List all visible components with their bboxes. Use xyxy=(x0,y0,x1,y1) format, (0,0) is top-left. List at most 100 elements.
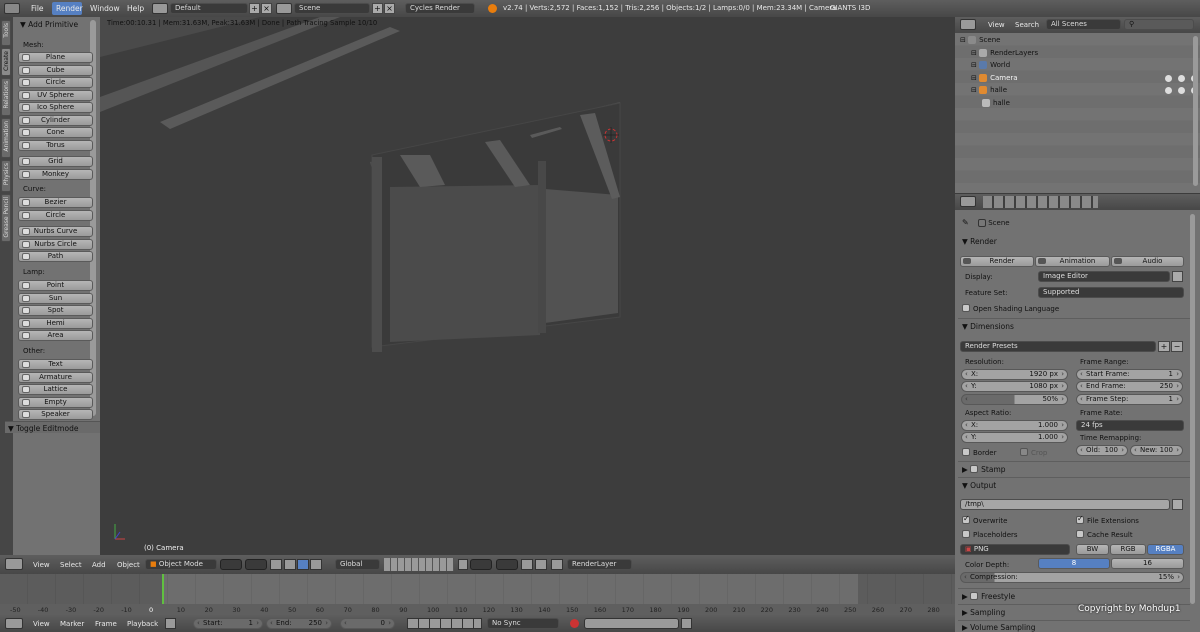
timeline-menu-frame[interactable]: Frame xyxy=(95,620,117,628)
add-bezier-button[interactable]: Bezier xyxy=(18,197,93,208)
tab-relations[interactable]: Relations xyxy=(1,78,11,116)
viewport-menu-add[interactable]: Add xyxy=(92,561,106,569)
start-frame-field[interactable]: Start:1 xyxy=(193,618,263,629)
add-path-button[interactable]: Path xyxy=(18,251,93,262)
menu-file[interactable]: File xyxy=(31,4,44,13)
aspect-x-field[interactable]: X:1.000 xyxy=(961,420,1068,431)
crop-checkbox[interactable]: Crop xyxy=(1020,448,1047,457)
outliner-item[interactable]: ⊟ Camera xyxy=(971,73,1018,82)
add-text-button[interactable]: Text xyxy=(18,359,93,370)
dimensions-panel-header[interactable]: ▼ Dimensions xyxy=(962,322,1014,331)
color-mode-bw[interactable]: BW xyxy=(1076,544,1109,555)
eye-icon[interactable] xyxy=(1165,74,1172,82)
folder-icon[interactable] xyxy=(1172,499,1183,510)
layout-add-button[interactable]: + xyxy=(249,3,260,14)
layout-close-button[interactable]: × xyxy=(261,3,272,14)
add-speaker-button[interactable]: Speaker xyxy=(18,409,93,420)
end-frame-field[interactable]: End Frame:250 xyxy=(1076,381,1183,392)
sampling-panel-header[interactable]: ▶ Sampling xyxy=(962,608,1005,617)
timeline-menu-marker[interactable]: Marker xyxy=(60,620,84,628)
outliner-item[interactable]: ⊟ Scene xyxy=(960,36,1000,44)
add-spot-button[interactable]: Spot xyxy=(18,305,93,316)
tab-grease-pencil[interactable]: Grease Pencil xyxy=(1,194,11,242)
viewport-menu-object[interactable]: Object xyxy=(117,561,140,569)
preview-range-icon[interactable] xyxy=(165,618,176,629)
resolution-percentage-slider[interactable]: 50% xyxy=(961,394,1068,405)
current-frame-field[interactable]: 0 xyxy=(340,618,395,629)
outliner-item[interactable]: ⊟ RenderLayers xyxy=(971,48,1038,57)
preset-remove-button[interactable]: − xyxy=(1171,341,1183,352)
add-uv-sphere-button[interactable]: UV Sphere xyxy=(18,89,93,101)
tab-physics[interactable]: Physics xyxy=(1,160,11,192)
sync-selector[interactable]: No Sync xyxy=(487,618,559,629)
output-path-input[interactable]: /tmp\ xyxy=(960,499,1170,510)
add-nurbs-curve-button[interactable]: Nurbs Curve xyxy=(18,226,93,237)
viewport-menu-select[interactable]: Select xyxy=(60,561,82,569)
add-circle-button[interactable]: Circle xyxy=(18,77,93,88)
file-extensions-checkbox[interactable]: File Extensions xyxy=(1076,514,1139,525)
add-cube-button[interactable]: Cube xyxy=(18,64,93,76)
file-format-selector[interactable]: ▣ PNG xyxy=(960,544,1070,555)
orientation-selector[interactable]: Global xyxy=(335,559,380,570)
outliner-search-input[interactable]: ⚲ xyxy=(1124,19,1194,30)
menu-help[interactable]: Help xyxy=(127,4,144,13)
layer-buttons[interactable] xyxy=(384,558,454,571)
keyframe-insert-icon[interactable] xyxy=(681,618,692,629)
keying-set-field[interactable] xyxy=(584,618,679,629)
placeholders-checkbox[interactable]: Placeholders xyxy=(962,530,1018,539)
output-panel-header[interactable]: ▼ Output xyxy=(962,481,996,490)
color-depth-8[interactable]: 8 xyxy=(1038,558,1110,569)
scene-add-button[interactable]: + xyxy=(372,3,383,14)
record-icon[interactable] xyxy=(570,619,579,628)
expand-icon[interactable]: ⊟ xyxy=(960,36,968,44)
add-ico-sphere-button[interactable]: Ico Sphere xyxy=(18,102,93,113)
cursor-icon[interactable] xyxy=(1178,87,1185,94)
eye-icon[interactable] xyxy=(1165,87,1172,94)
scale-icon[interactable] xyxy=(310,559,322,570)
scene-icon[interactable] xyxy=(276,3,292,14)
menu-window[interactable]: Window xyxy=(90,4,120,13)
add-cone-button[interactable]: Cone xyxy=(18,127,93,138)
toggle-editmode-header[interactable]: ▼ Toggle Editmode xyxy=(8,424,78,433)
volume-sampling-panel-header[interactable]: ▶ Volume Sampling xyxy=(962,623,1036,632)
add-circle-button[interactable]: Circle xyxy=(18,209,93,221)
translate-icon[interactable] xyxy=(284,559,296,570)
add-hemi-button[interactable]: Hemi xyxy=(18,317,93,329)
expand-icon[interactable]: ⊟ xyxy=(971,74,979,82)
resolution-y-field[interactable]: Y:1080 px xyxy=(961,381,1068,392)
render-presets-selector[interactable]: Render Presets xyxy=(960,341,1156,352)
timeline-menu-playback[interactable]: Playback xyxy=(127,620,158,628)
remap-old-field[interactable]: Old:100 xyxy=(1076,445,1128,456)
viewport-editor-icon[interactable] xyxy=(5,558,23,570)
properties-scrollbar[interactable] xyxy=(1190,214,1195,604)
start-frame-field[interactable]: Start Frame:1 xyxy=(1076,369,1183,380)
overwrite-checkbox[interactable]: Overwrite xyxy=(962,514,1007,525)
rotate-icon[interactable] xyxy=(297,559,309,570)
display-fullscreen-icon[interactable] xyxy=(1172,271,1183,282)
stamp-panel-header[interactable]: ▶ Stamp xyxy=(962,465,1006,474)
expand-icon[interactable]: ⊟ xyxy=(971,86,979,94)
add-monkey-button[interactable]: Monkey xyxy=(18,168,93,180)
opengl-render-icon[interactable] xyxy=(521,559,533,570)
compression-slider[interactable]: Compression:15% xyxy=(960,572,1184,583)
freestyle-panel-header[interactable]: ▶ Freestyle xyxy=(962,592,1015,601)
opengl-anim-icon[interactable] xyxy=(535,559,547,570)
outliner-menu-view[interactable]: View xyxy=(988,21,1005,29)
outliner-scrollbar[interactable] xyxy=(1193,36,1198,186)
osl-checkbox[interactable]: Open Shading Language xyxy=(962,304,1059,313)
display-selector[interactable]: Image Editor xyxy=(1038,271,1170,282)
renderlayer-selector[interactable]: RenderLayer xyxy=(567,559,632,570)
menu-render[interactable]: Render xyxy=(56,4,83,13)
resolution-x-field[interactable]: X:1920 px xyxy=(961,369,1068,380)
tab-tools[interactable]: Tools xyxy=(1,20,11,46)
viewport-menu-view[interactable]: View xyxy=(33,561,50,569)
color-mode-rgb[interactable]: RGB xyxy=(1110,544,1146,555)
outliner-item[interactable]: halle xyxy=(982,98,1010,107)
aspect-y-field[interactable]: Y:1.000 xyxy=(961,432,1068,443)
lock-icon[interactable] xyxy=(458,559,468,570)
add-primitive-header[interactable]: ▼ Add Primitive xyxy=(20,20,78,29)
expand-icon[interactable]: ⊟ xyxy=(971,61,979,69)
expand-icon[interactable]: ⊟ xyxy=(971,49,979,57)
menu-giants-i3d[interactable]: GIANTS I3D xyxy=(830,4,870,12)
add-point-button[interactable]: Point xyxy=(18,280,93,291)
